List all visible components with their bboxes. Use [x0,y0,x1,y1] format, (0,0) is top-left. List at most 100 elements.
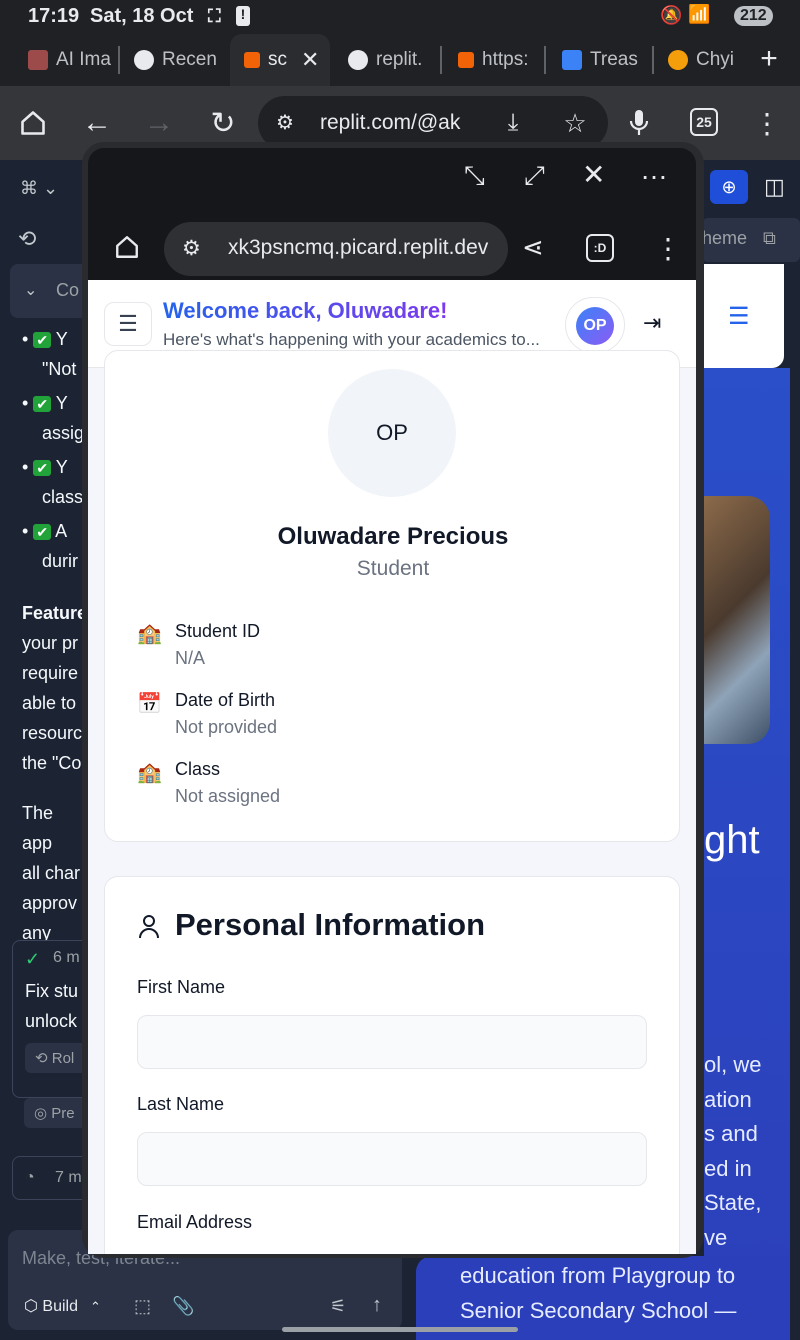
logout-icon[interactable]: ⇥ [643,310,661,336]
ai-assistant-icon[interactable]: ⊕ [710,170,748,204]
profile-role: Student [356,557,430,580]
popup-home-icon[interactable] [110,230,144,264]
hero-heading: ght [704,818,760,862]
student-dashboard: ☰ Welcome back, Oluwadare! Here's what's… [88,280,696,1254]
checkpoint-time: 6 m [53,949,80,966]
hero-bottom-text: education from Playgroup to Senior Secon… [460,1263,737,1323]
workspace-menu-icon[interactable]: ⌘ ⌄ [20,178,58,199]
tab-label: Chyi [696,49,734,70]
last-name-input[interactable] [137,1132,647,1186]
email-label: Email Address [137,1212,253,1232]
chrome-icon [134,50,154,70]
send-arrow-icon[interactable]: ↑ [372,1294,382,1317]
check-icon: ✔ [33,396,52,412]
tab-replit[interactable]: replit. [348,43,436,77]
collapsible-section[interactable]: ⌄ Co [10,264,90,318]
hero-paragraph: ol, we ation s and ed in State, ve [704,1052,762,1250]
school-icon: 🏫 [137,623,162,645]
back-icon[interactable]: ← [78,104,116,142]
popup-menu-kebab-icon[interactable]: ⋮ [654,232,682,265]
personal-info-title: Personal Information [175,907,486,942]
tab-label: Recen [162,49,217,70]
tab-label: https: [482,49,529,70]
microphone-icon[interactable] [622,106,656,140]
settings-sliders-icon[interactable]: ⚟ [330,1296,346,1317]
site-settings-icon[interactable]: ⚙ [182,236,201,261]
theme-button[interactable]: heme ⧉ [702,218,800,262]
profile-avatar: OP [328,369,456,497]
dob-value: Not provided [175,717,278,737]
section-title: Co [56,280,80,300]
close-tab-icon[interactable]: ✕ [301,47,319,73]
hero-section: ght ol, we ation s and ed in State, ve [704,368,790,1340]
last-name-label: Last Name [137,1094,225,1114]
tab-favicon [562,50,582,70]
minimize-icon[interactable]: ⤡ [464,160,485,192]
replit-icon [244,52,260,68]
tab-active[interactable]: sc ✕ [230,34,330,86]
screenshot-icon: ⛶ [208,6,221,26]
welcome-heading: Welcome back, Oluwadare! [163,298,448,323]
user-icon [137,913,161,946]
gesture-handle[interactable] [282,1327,518,1332]
tab-strip: AI Ima Recen sc ✕ replit. https: Treas Ch… [0,34,800,86]
check-icon: ✔ [33,524,52,540]
select-element-icon[interactable]: ⬚ [134,1296,151,1317]
battery-badge: 212 [734,6,773,26]
tab-label: sc [268,49,287,70]
reload-icon[interactable]: ↻ [204,104,242,142]
tab-ai-image[interactable]: AI Ima [28,43,114,77]
chevron-up-icon: ⌃ [90,1299,101,1314]
menu-kebab-icon[interactable]: ⋮ [752,106,782,140]
first-name-input[interactable] [137,1015,647,1069]
checkpoint-time-2: 7 m [55,1169,82,1186]
home-icon[interactable] [14,104,52,142]
chevron-down-icon: ⌄ [24,282,38,299]
cube-icon: ⬡ [24,1298,43,1315]
status-bar: 17:19 Sat, 18 Oct ⛶ ! 🔕 📶 212 [0,0,800,34]
tab-label: Treas [590,49,638,70]
attach-icon[interactable]: 📎 [172,1296,194,1317]
build-mode-button[interactable]: ⬡ Build ⌃ [16,1292,109,1324]
sidebar-toggle-button[interactable]: ☰ [104,302,152,346]
hero-image [704,496,770,744]
check-icon: ✔ [33,332,52,348]
tab-treasury[interactable]: Treas [562,43,646,77]
tab-chyi[interactable]: Chyi [668,43,734,77]
profile-name: Oluwadare Precious [277,523,509,550]
expand-icon[interactable]: ⤢ [524,160,545,192]
status-time: 17:19 [28,5,80,27]
first-name-label: First Name [137,977,226,997]
bookmark-star-icon[interactable]: ☆ [558,106,592,140]
new-tab-icon[interactable]: + [752,42,786,76]
avatar: OP [576,307,614,345]
globe-icon [348,50,368,70]
alert-icon: ! [236,6,250,26]
install-app-icon[interactable]: ⤓ [496,106,530,140]
hamburger-icon[interactable]: ☰ [728,302,750,331]
welcome-subtitle: Here's what's happening with your academ… [163,330,540,349]
hamburger-icon: ☰ [118,311,138,336]
tab-https[interactable]: https: [458,43,538,77]
forward-icon[interactable]: → [140,104,178,142]
site-header: ☰ [704,264,784,368]
popup-address-bar[interactable]: ⚙ xk3psncmq.picard.replit.dev [164,222,508,276]
external-link-icon: ⧉ [763,228,776,248]
wifi-icon: 📶 [688,4,711,24]
share-icon[interactable]: ⋖ [522,232,544,263]
profile-menu[interactable]: OP [565,297,625,353]
site-settings-icon[interactable]: ⚙ [276,110,294,135]
desktop-site-icon[interactable]: :D [586,234,614,262]
split-view-icon[interactable]: ◫ [764,174,785,200]
close-icon[interactable]: ✕ [582,158,605,191]
tab-count-button[interactable]: 25 [690,108,718,136]
profile-card: OP Oluwadare Precious Student 🏫 Student … [104,350,680,842]
calendar-icon: 📅 [137,693,162,715]
tab-favicon [668,50,688,70]
history-icon[interactable]: ⟲ [18,226,36,252]
tab-recent[interactable]: Recen [134,43,220,77]
checkmark-circle-icon: ✓ [25,949,41,969]
tab-favicon [28,50,48,70]
more-icon[interactable]: … [640,154,668,186]
checkpoint-card-2: ◔ 7 m [12,1156,92,1200]
